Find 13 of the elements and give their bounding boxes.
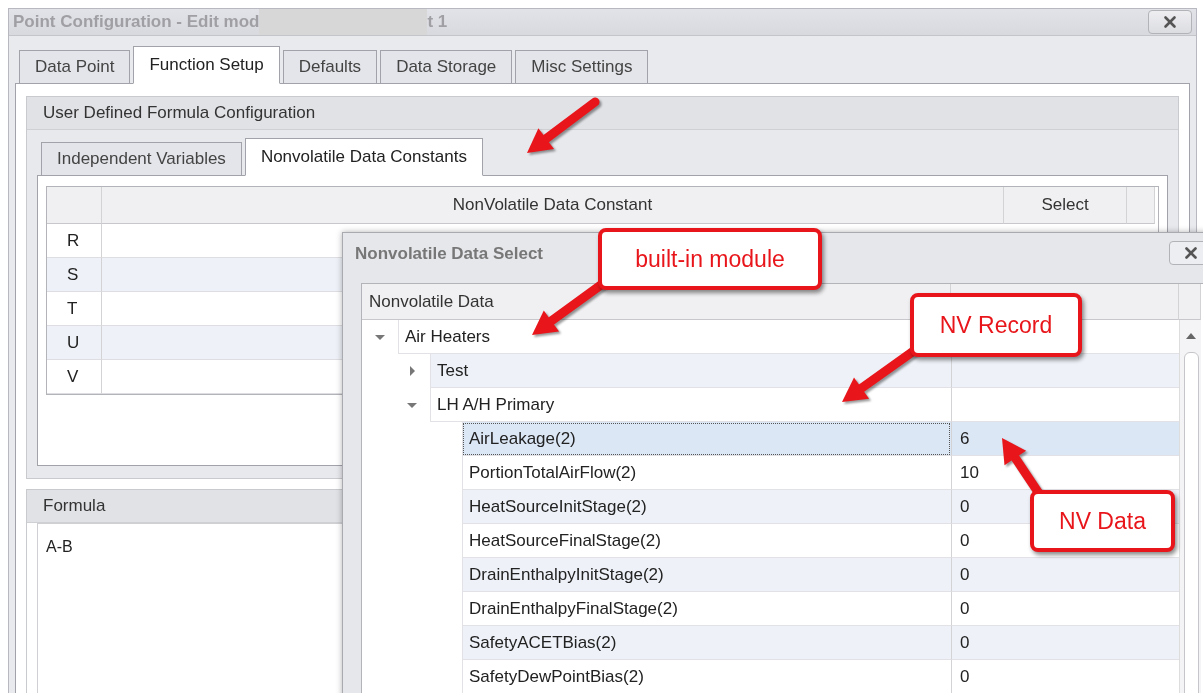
value-cell: 0	[951, 626, 1179, 660]
value-cell: 0	[951, 592, 1179, 626]
value-cell: 0	[951, 558, 1179, 592]
callout-tooltip: built-in module	[598, 228, 822, 290]
column-header: NonVolatile Data Constant	[102, 187, 1004, 224]
callout-tooltip: NV Data	[1030, 490, 1175, 552]
column-header: Select	[1004, 187, 1127, 224]
group-title: User Defined Formula Configuration	[27, 97, 1178, 130]
window-title: Point Configuration - Edit mod	[13, 12, 260, 32]
dialog-title: Nonvolatile Data Select	[355, 244, 543, 264]
value-cell: 10	[951, 456, 1179, 490]
value-cell: 6	[951, 422, 1179, 456]
window-title: t 1	[427, 12, 448, 32]
